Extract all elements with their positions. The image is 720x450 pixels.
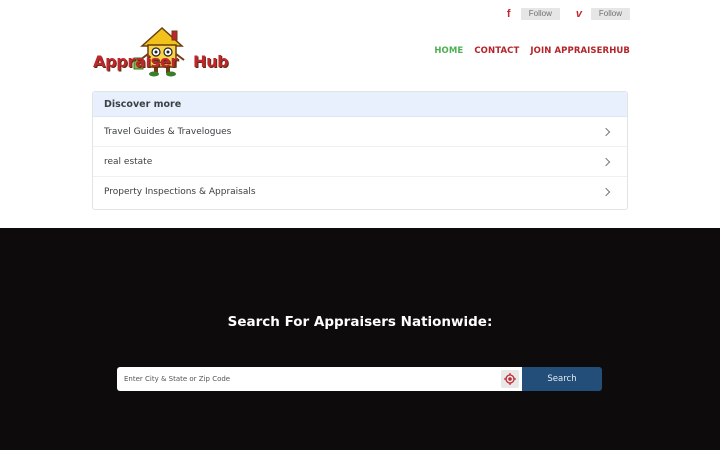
hero-search-section: Search For Appraisers Nationwide: Search xyxy=(0,228,720,450)
chevron-right-icon xyxy=(601,127,611,136)
nav-home[interactable]: HOME xyxy=(434,46,463,56)
logo-word-hub: Hub xyxy=(193,52,229,71)
appraiserhub-logo[interactable]: Appraiser Hub xyxy=(92,26,232,82)
crosshair-icon xyxy=(504,373,516,385)
main-nav: HOME CONTACT JOIN APPRAISERHUB xyxy=(434,46,630,56)
hero-title: Search For Appraisers Nationwide: xyxy=(227,314,493,330)
discover-more-panel: Discover more Travel Guides & Travelogue… xyxy=(92,91,628,210)
search-button[interactable]: Search xyxy=(522,367,602,391)
vimeo-icon[interactable]: v xyxy=(572,7,586,21)
discover-item-label: Property Inspections & Appraisals xyxy=(104,187,256,197)
vimeo-follow-button[interactable]: Follow xyxy=(590,8,630,20)
search-input-wrap xyxy=(117,367,522,391)
discover-item-travel-guides[interactable]: Travel Guides & Travelogues xyxy=(93,117,627,147)
logo-word-appraiser: Appraiser xyxy=(93,52,179,71)
facebook-follow[interactable]: f Follow xyxy=(502,7,560,21)
nav-contact[interactable]: CONTACT xyxy=(474,46,519,56)
location-search-input[interactable] xyxy=(117,367,497,391)
nav-join-appraiserhub[interactable]: JOIN APPRAISERHUB xyxy=(530,46,630,56)
discover-more-title: Discover more xyxy=(93,92,627,117)
vimeo-follow[interactable]: v Follow xyxy=(572,7,630,21)
discover-item-label: real estate xyxy=(104,156,153,167)
locate-me-button[interactable] xyxy=(501,370,519,388)
facebook-icon[interactable]: f xyxy=(502,7,516,21)
chevron-right-icon xyxy=(601,187,611,197)
discover-item-label: Travel Guides & Travelogues xyxy=(104,126,232,137)
facebook-follow-button[interactable]: Follow xyxy=(520,8,560,20)
social-bar: f Follow v Follow xyxy=(490,7,630,21)
appraiser-search-form: Search xyxy=(117,367,602,391)
chevron-right-icon xyxy=(601,157,611,166)
discover-item-real-estate[interactable]: real estate xyxy=(93,147,627,177)
discover-item-property-inspections[interactable]: Property Inspections & Appraisals xyxy=(93,177,627,207)
